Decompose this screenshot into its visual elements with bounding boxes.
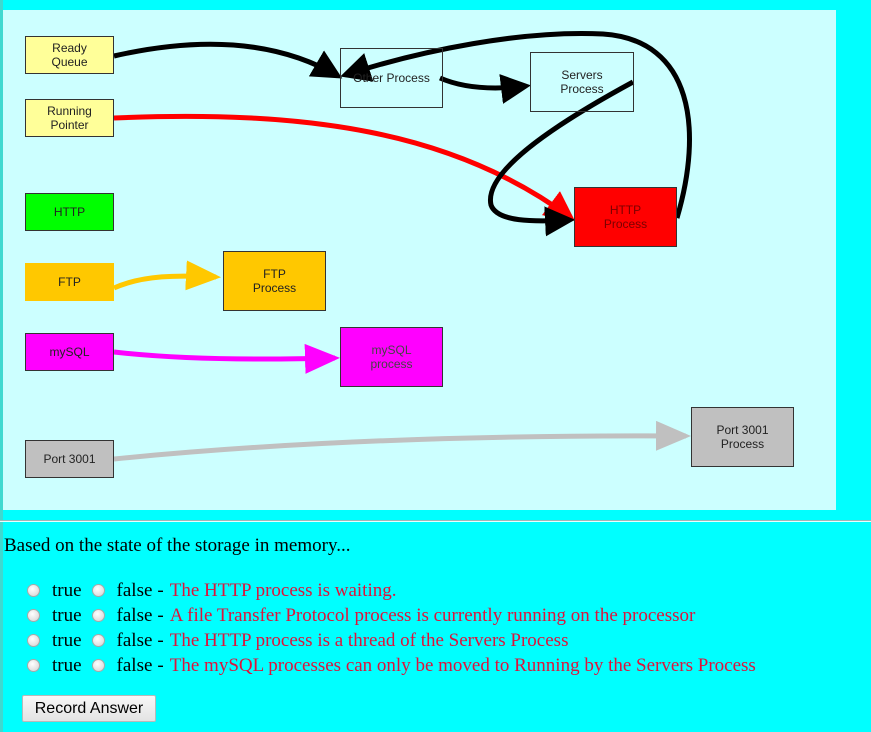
node-ready-queue: Ready Queue — [25, 36, 114, 74]
radio-false[interactable] — [91, 659, 105, 672]
false-label[interactable]: false — [117, 580, 153, 602]
question-row: true false - A file Transfer Protocol pr… — [27, 603, 756, 628]
edge-mysql-to-mysqlprocess — [113, 343, 340, 374]
question-row: true false - The mySQL processes can onl… — [27, 653, 756, 678]
node-mysql: mySQL — [25, 333, 114, 371]
question-statement: A file Transfer Protocol process is curr… — [169, 604, 696, 626]
edge-other-to-servers — [439, 74, 531, 104]
node-other-process: Other Process — [340, 48, 443, 108]
node-http: HTTP — [25, 193, 114, 231]
quiz-prompt: Based on the state of the storage in mem… — [4, 535, 351, 556]
node-running-pointer: Running Pointer — [25, 99, 114, 137]
node-mysql-process: mySQL process — [340, 327, 443, 387]
radio-false[interactable] — [91, 634, 105, 647]
separator: - — [157, 629, 164, 651]
edge-port-to-portprocess — [113, 420, 691, 462]
record-answer-button[interactable]: Record Answer — [22, 695, 156, 722]
question-statement: The HTTP process is a thread of the Serv… — [169, 629, 569, 651]
question-row: true false - The HTTP process is a threa… — [27, 628, 756, 653]
node-http-process: HTTP Process — [574, 187, 677, 247]
radio-true[interactable] — [27, 634, 40, 647]
true-label[interactable]: true — [52, 630, 82, 652]
question-statement: The mySQL processes can only be moved to… — [169, 654, 756, 676]
true-label[interactable]: true — [52, 605, 82, 627]
edge-ftp-to-ftpprocess — [112, 260, 221, 291]
process-state-diagram: Ready Queue Running Pointer HTTP FTP myS… — [3, 10, 836, 510]
separator: - — [157, 654, 164, 676]
radio-false[interactable] — [91, 584, 105, 597]
true-label[interactable]: true — [52, 655, 82, 677]
false-label[interactable]: false — [117, 655, 153, 677]
false-label[interactable]: false — [117, 630, 153, 652]
question-statement: The HTTP process is waiting. — [169, 579, 397, 601]
node-port3001: Port 3001 — [25, 440, 114, 478]
radio-true[interactable] — [27, 609, 40, 622]
edge-ready-to-other — [113, 41, 343, 79]
true-label[interactable]: true — [52, 580, 82, 602]
node-servers-process: Servers Process — [530, 52, 634, 112]
question-row: true false - The HTTP process is waiting… — [27, 578, 756, 603]
node-port3001-process: Port 3001 Process — [691, 407, 794, 467]
radio-false[interactable] — [91, 609, 105, 622]
radio-true[interactable] — [27, 584, 40, 597]
node-ftp-process: FTP Process — [223, 251, 326, 311]
horizontal-divider — [0, 520, 871, 522]
question-list: true false - The HTTP process is waiting… — [27, 578, 756, 678]
separator: - — [157, 604, 164, 626]
node-ftp: FTP — [25, 263, 114, 301]
radio-true[interactable] — [27, 659, 40, 672]
edge-running-to-http — [113, 113, 576, 221]
false-label[interactable]: false — [117, 605, 153, 627]
separator: - — [157, 579, 164, 601]
